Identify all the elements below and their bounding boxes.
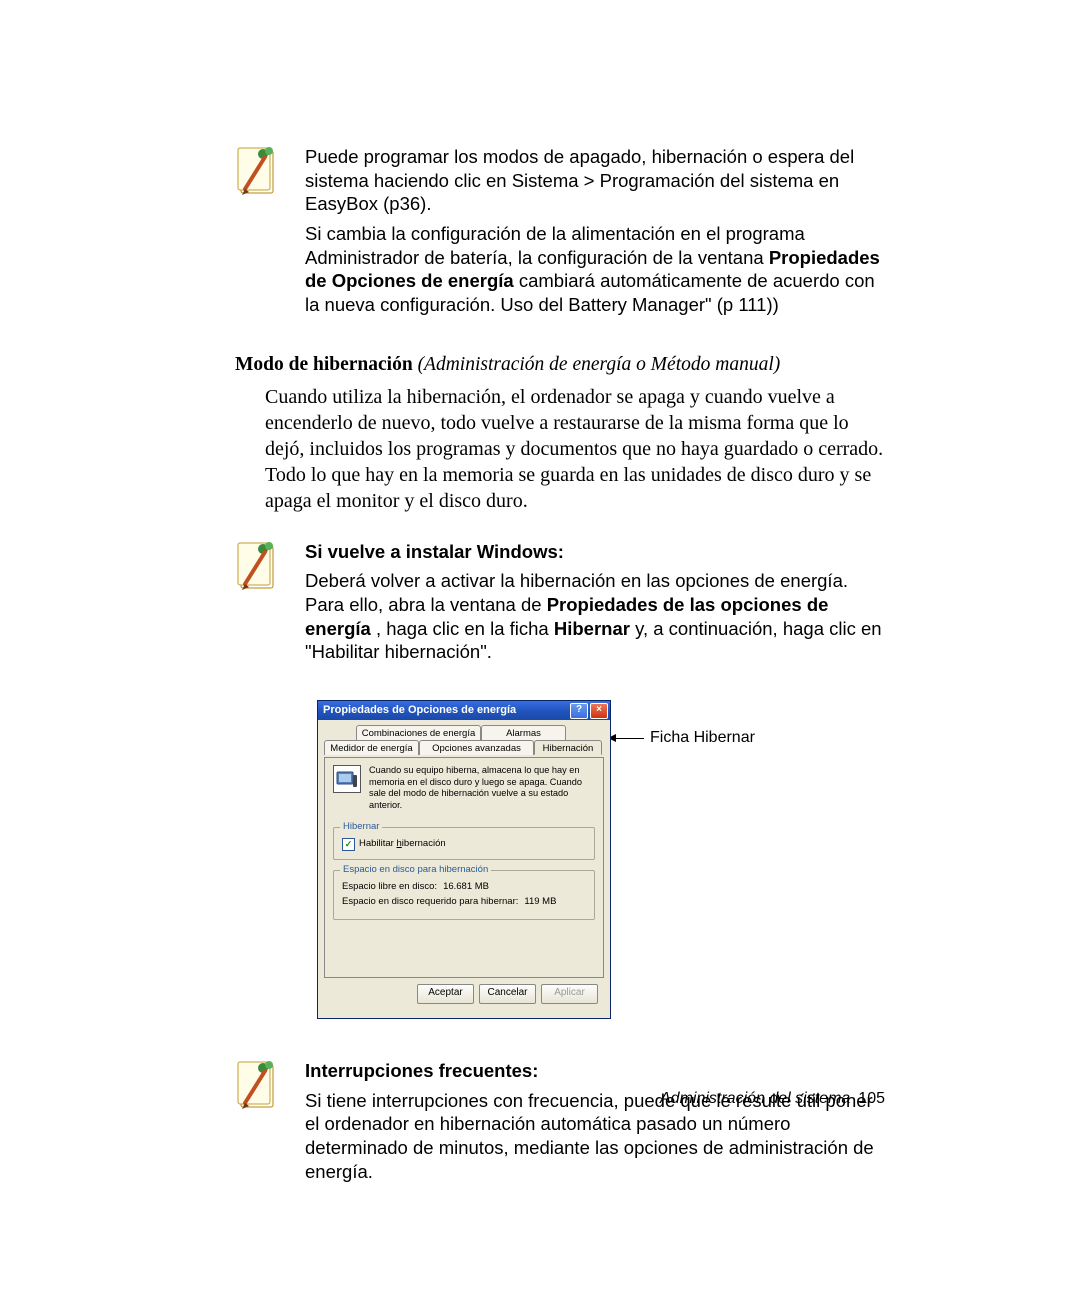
tab-strip: Combinaciones de energía Alarmas Medidor… <box>324 725 604 756</box>
dialog-title: Propiedades de Opciones de energía <box>323 703 516 717</box>
group-hibernar: Hibernar ✓ Habilitar hibernación <box>333 827 595 860</box>
note-icon <box>235 540 305 594</box>
note2-body: Deberá volver a activar la hibernación e… <box>305 569 885 664</box>
callout-hibernate-tab: Ficha Hibernar <box>611 728 755 748</box>
checkbox-icon: ✓ <box>342 838 355 851</box>
dialog-titlebar: Propiedades de Opciones de energía ? × <box>318 701 610 720</box>
note-1-text: Puede programar los modos de apagado, hi… <box>305 145 885 323</box>
page-footer: Administración del sistema105 <box>660 1089 885 1109</box>
note2-title: Si vuelve a instalar Windows: <box>305 541 564 562</box>
power-options-dialog: Propiedades de Opciones de energía ? × C… <box>317 700 611 1019</box>
close-button[interactable]: × <box>590 703 608 719</box>
tab-alarms[interactable]: Alarmas <box>481 725 566 740</box>
tab-hibernate[interactable]: Hibernación <box>534 740 602 755</box>
note-icon <box>235 145 305 199</box>
note3-title: Interrupciones frecuentes: <box>305 1060 538 1081</box>
enable-hibernation-checkbox[interactable]: ✓ Habilitar hibernación <box>342 838 586 851</box>
hibernate-icon <box>333 765 361 793</box>
section-body: Cuando utiliza la hibernación, el ordena… <box>265 384 885 514</box>
group-diskspace: Espacio en disco para hibernación Espaci… <box>333 870 595 920</box>
free-space-row: Espacio libre en disco: 16.681 MB <box>342 881 586 893</box>
note-3-text: Interrupciones frecuentes: Si tiene inte… <box>305 1059 885 1189</box>
help-button[interactable]: ? <box>570 703 588 719</box>
note1-line2: Si cambia la configuración de la aliment… <box>305 222 885 317</box>
note-2-text: Si vuelve a instalar Windows: Deberá vol… <box>305 540 885 670</box>
apply-button[interactable]: Aplicar <box>541 984 598 1004</box>
note1-line1: Puede programar los modos de apagado, hi… <box>305 145 885 216</box>
tab-meter[interactable]: Medidor de energía <box>324 740 419 755</box>
cancel-button[interactable]: Cancelar <box>479 984 536 1004</box>
tab-advanced[interactable]: Opciones avanzadas <box>419 740 534 755</box>
tab-combinations[interactable]: Combinaciones de energía <box>356 725 481 740</box>
hibernate-description: Cuando su equipo hiberna, almacena lo qu… <box>369 765 595 811</box>
tab-panel: Cuando su equipo hiberna, almacena lo qu… <box>324 757 604 978</box>
note-icon <box>235 1059 305 1113</box>
required-space-row: Espacio en disco requerido para hibernar… <box>342 896 586 908</box>
ok-button[interactable]: Aceptar <box>417 984 474 1004</box>
section-heading: Modo de hibernación (Administración de e… <box>235 353 885 378</box>
